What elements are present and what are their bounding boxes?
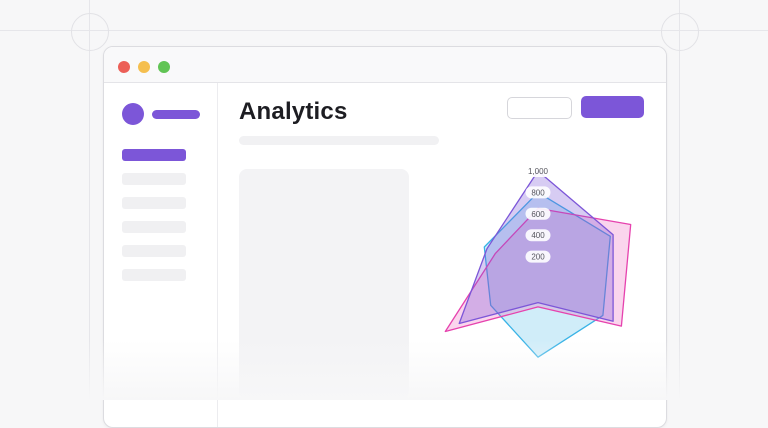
- radar-tick-label: 400: [531, 231, 545, 240]
- radar-tick-label: 800: [531, 188, 545, 197]
- radar-tick-label: 200: [531, 253, 545, 262]
- radar-tick-label: 1,000: [528, 167, 549, 176]
- radar-chart: 200 400 600 800 1,000: [444, 165, 632, 358]
- radar-tick-label: 600: [531, 210, 545, 219]
